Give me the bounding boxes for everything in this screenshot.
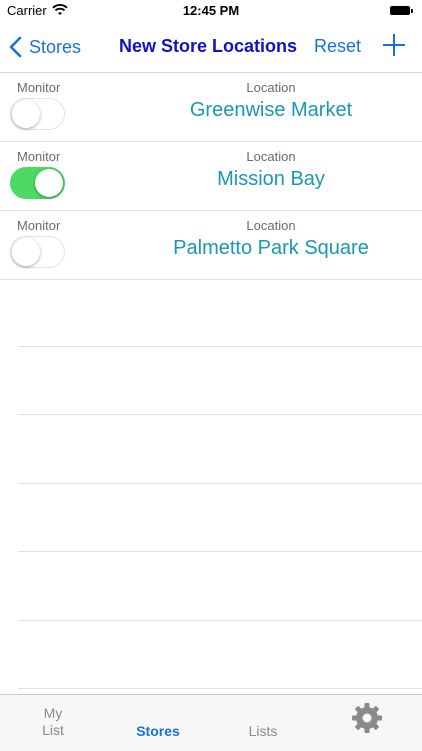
navigation-bar: Stores New Store Locations Reset	[0, 22, 422, 73]
empty-row-divider	[18, 688, 422, 689]
monitor-label: Monitor	[17, 218, 61, 233]
gear-icon	[352, 703, 382, 733]
empty-row-divider	[18, 483, 422, 484]
location-name[interactable]: Mission Bay	[120, 168, 422, 191]
back-button-label: Stores	[29, 36, 82, 57]
page-title: New Store Locations	[119, 36, 298, 56]
reset-button[interactable]: Reset	[314, 36, 361, 57]
toggle-knob	[35, 169, 63, 197]
empty-row-divider	[18, 346, 422, 347]
empty-row-divider	[18, 620, 422, 621]
monitor-toggle[interactable]	[10, 167, 65, 199]
monitor-label: Monitor	[17, 80, 61, 95]
status-time: 12:45 PM	[182, 3, 240, 18]
table-row[interactable]: Monitor Location Palmetto Park Square	[0, 211, 422, 280]
location-name[interactable]: Greenwise Market	[120, 99, 422, 122]
table-row[interactable]: Monitor Location Mission Bay	[0, 142, 422, 211]
chevron-left-icon	[9, 36, 22, 58]
store-list: Monitor Location Greenwise Market Monito…	[0, 73, 422, 280]
location-label: Location	[246, 80, 296, 95]
tab-bar: My List Stores Lists	[0, 694, 422, 751]
empty-row-divider	[18, 414, 422, 415]
toggle-knob	[12, 100, 40, 128]
location-name[interactable]: Palmetto Park Square	[120, 237, 422, 260]
battery-icon	[390, 6, 413, 15]
empty-row-divider	[18, 551, 422, 552]
tab-stores[interactable]: Stores	[128, 723, 188, 739]
table-row[interactable]: Monitor Location Greenwise Market	[0, 73, 422, 142]
location-label: Location	[246, 149, 296, 164]
tab-my-list[interactable]: My List	[28, 705, 78, 739]
monitor-label: Monitor	[17, 149, 61, 164]
location-label: Location	[246, 218, 296, 233]
plus-icon[interactable]	[383, 34, 405, 56]
tab-settings[interactable]	[350, 701, 384, 735]
monitor-toggle[interactable]	[10, 236, 65, 268]
toggle-knob	[12, 238, 40, 266]
back-button[interactable]: Stores	[8, 34, 81, 60]
status-bar: Carrier 12:45 PM	[0, 0, 422, 22]
tab-lists[interactable]: Lists	[238, 723, 288, 739]
monitor-toggle[interactable]	[10, 98, 65, 130]
